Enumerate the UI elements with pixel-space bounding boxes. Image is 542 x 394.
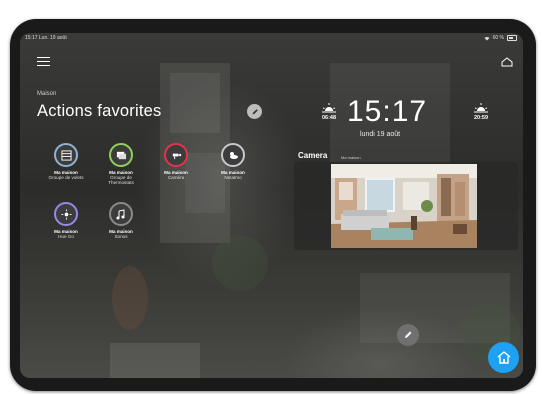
shutters-icon [54, 143, 78, 167]
status-time-date: 15:17 Lun. 19 août [25, 35, 67, 41]
page-title: Actions favorites [37, 102, 162, 120]
status-indicators: 60 % [484, 35, 517, 41]
status-time: 15:17 [25, 35, 38, 41]
favorite-name: Hue Go [58, 234, 74, 239]
favorite-name: Netatmo [224, 175, 242, 180]
favorite-tile-sonos[interactable]: Ma maison Sonos [99, 202, 143, 239]
weather-icon [221, 143, 245, 167]
favorite-tile-thermostats[interactable]: Ma maison Groupe de Thermostats [99, 143, 143, 185]
clock-time: 15:17 [347, 95, 428, 128]
menu-icon[interactable] [37, 57, 50, 66]
edit-favorites-button[interactable] [247, 104, 262, 119]
battery-percent: 60 % [492, 35, 504, 41]
sunset: 20:59 [469, 103, 493, 121]
pencil-icon [252, 108, 258, 114]
favorite-tile-camera[interactable]: Ma maison Caméra [154, 143, 198, 180]
light-icon [54, 202, 78, 226]
favorite-name: Sonos [114, 234, 128, 239]
camera-feed[interactable] [331, 164, 477, 248]
camera-icon [164, 143, 188, 167]
sunrise-time: 06:48 [321, 115, 337, 121]
music-icon [109, 202, 133, 226]
section-label: Maison [37, 91, 57, 97]
favorite-name: Caméra [167, 175, 185, 180]
sunset-time: 20:59 [473, 115, 489, 121]
favorite-name: Groupe de Thermostats [108, 175, 134, 185]
status-bar: 15:17 Lun. 19 août 60 % [20, 33, 523, 42]
sunrise: 06:48 [317, 103, 341, 121]
sunset-icon [474, 103, 488, 113]
home-button[interactable] [488, 342, 519, 373]
camera-subtitle: Ma maison [341, 155, 361, 160]
sunrise-icon [322, 103, 336, 113]
thermostat-icon [109, 143, 133, 167]
status-date: Lun. 19 août [38, 35, 67, 41]
battery-icon [507, 35, 517, 41]
camera-title: Camera [298, 151, 328, 160]
favorite-tile-netatmo[interactable]: Ma maison Netatmo [211, 143, 255, 180]
edit-dashboard-button[interactable] [397, 324, 419, 346]
favorite-tile-shutters[interactable]: Ma maison Groupe de volets [44, 143, 88, 180]
home-outline-icon[interactable] [501, 57, 513, 67]
home-icon [497, 351, 510, 364]
favorite-name: Groupe de volets [48, 175, 84, 180]
wifi-icon [484, 36, 490, 40]
clock-date: lundi 19 août [360, 131, 401, 138]
favorite-tile-hue-go[interactable]: Ma maison Hue Go [44, 202, 88, 239]
pencil-icon [405, 331, 412, 338]
